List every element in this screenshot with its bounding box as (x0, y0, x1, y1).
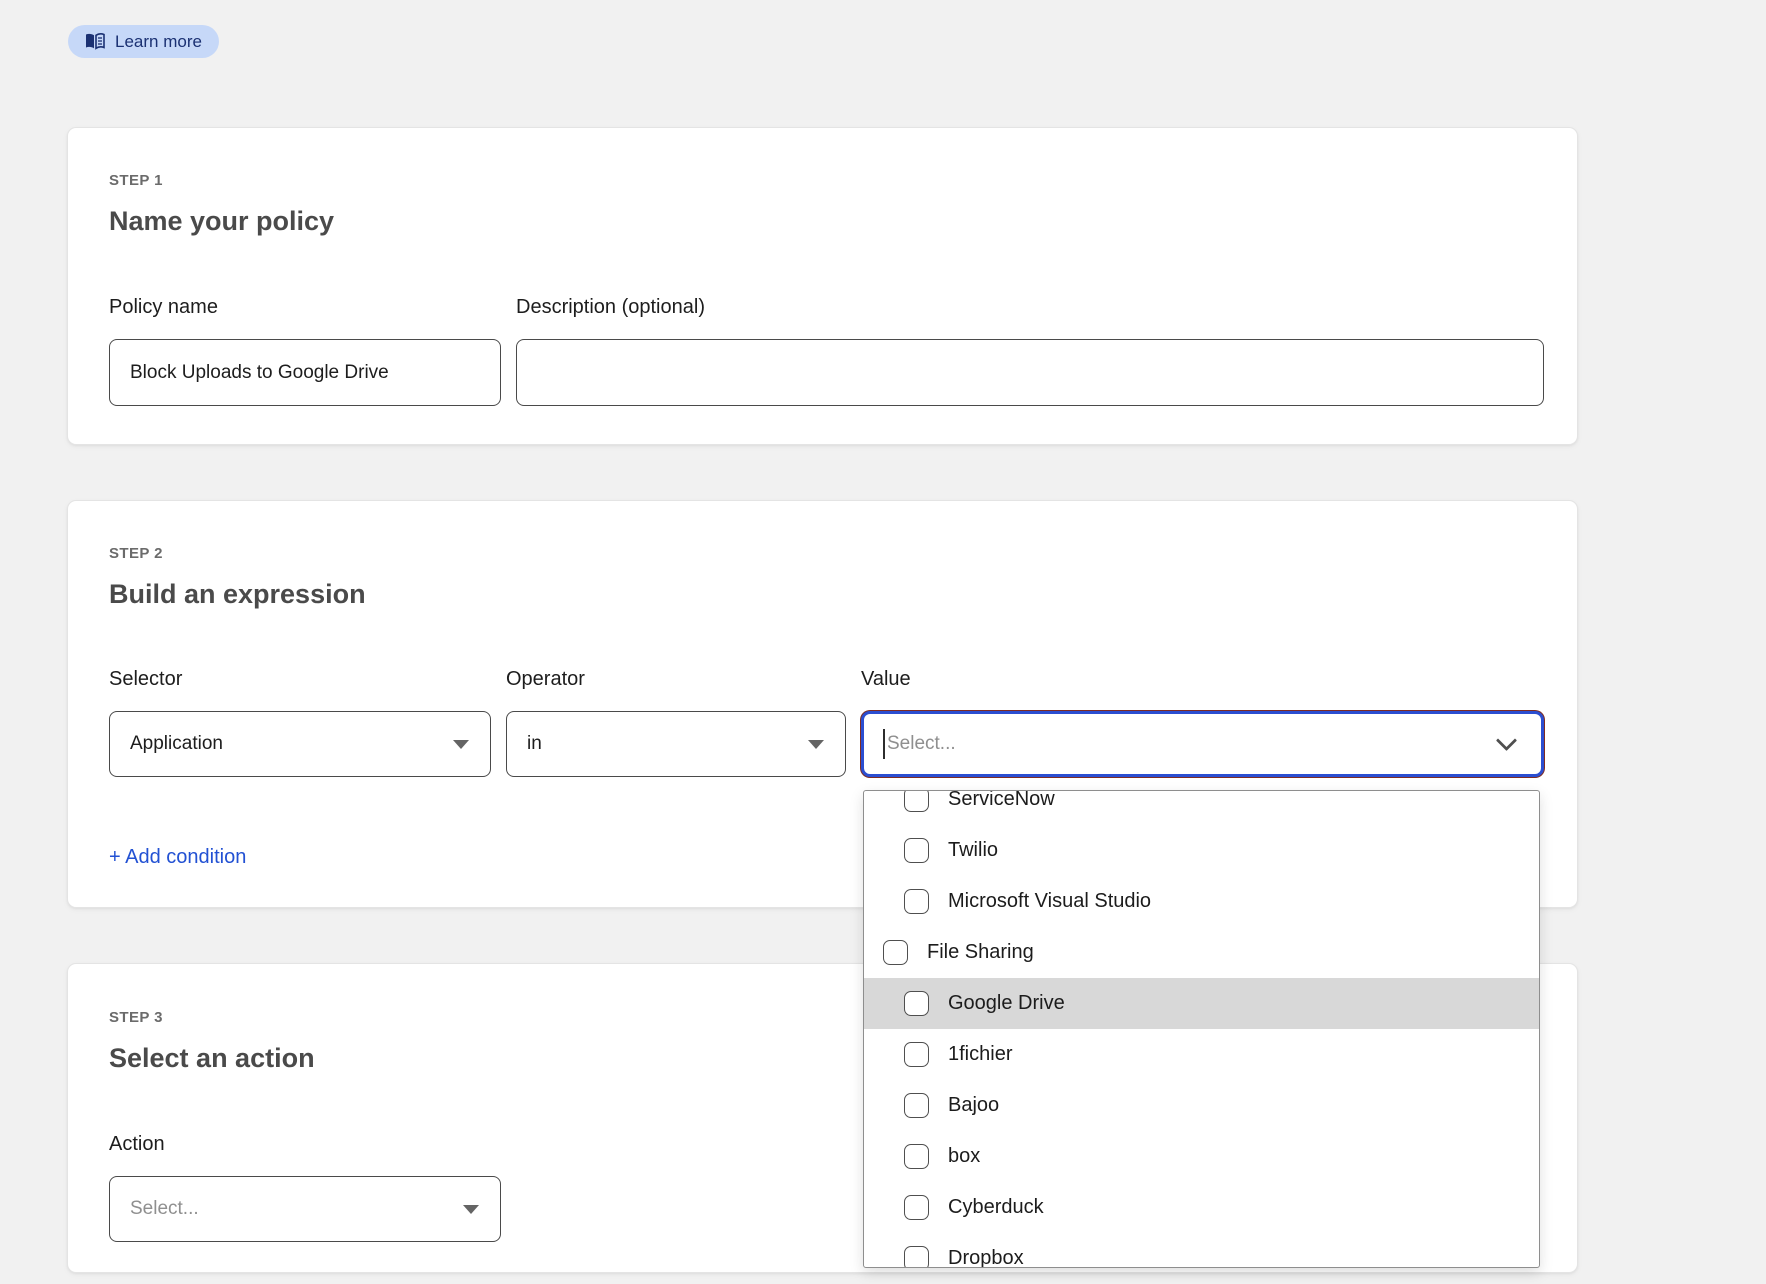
operator-label: Operator (506, 668, 585, 691)
dropdown-option-label: ServiceNow (948, 790, 1055, 811)
checkbox-icon[interactable] (904, 838, 929, 863)
checkbox-icon[interactable] (904, 1246, 929, 1268)
value-dropdown-list: ServiceNow Twilio Microsoft Visual Studio F… (864, 790, 1539, 1268)
step2-label: STEP 2 (109, 545, 163, 562)
step3-title: Select an action (109, 1043, 315, 1074)
add-condition-link[interactable]: + Add condition (109, 846, 246, 869)
dropdown-option[interactable]: Microsoft Visual Studio (864, 876, 1539, 927)
action-label: Action (109, 1133, 165, 1156)
value-combobox[interactable]: Select... (861, 711, 1544, 777)
dropdown-option[interactable]: box (864, 1131, 1539, 1182)
value-label: Value (861, 668, 911, 691)
operator-value: in (527, 733, 542, 755)
dropdown-option[interactable]: Twilio (864, 825, 1539, 876)
dropdown-option-label: Bajoo (948, 1094, 999, 1117)
checkbox-icon[interactable] (904, 1195, 929, 1220)
dropdown-option[interactable]: File Sharing (864, 927, 1539, 978)
checkbox-icon[interactable] (904, 889, 929, 914)
dropdown-option-label: Google Drive (948, 992, 1065, 1015)
dropdown-arrow-icon (453, 740, 469, 749)
description-label: Description (optional) (516, 296, 705, 319)
checkbox-icon[interactable] (904, 1144, 929, 1169)
selector-value: Application (130, 733, 223, 755)
dropdown-arrow-icon (808, 740, 824, 749)
dropdown-option[interactable]: 1fichier (864, 1029, 1539, 1080)
step3-label: STEP 3 (109, 1009, 163, 1026)
dropdown-option[interactable]: Dropbox (864, 1233, 1539, 1268)
learn-more-button[interactable]: Learn more (68, 25, 219, 58)
dropdown-arrow-icon (463, 1205, 479, 1214)
text-caret (883, 729, 885, 759)
learn-more-label: Learn more (115, 32, 202, 52)
step1-label: STEP 1 (109, 172, 163, 189)
dropdown-option[interactable]: Bajoo (864, 1080, 1539, 1131)
dropdown-option-label: Twilio (948, 839, 998, 862)
dropdown-option-label: box (948, 1145, 980, 1168)
checkbox-icon[interactable] (904, 991, 929, 1016)
step2-title: Build an expression (109, 579, 366, 610)
step1-title: Name your policy (109, 206, 334, 237)
value-dropdown-panel: ServiceNow Twilio Microsoft Visual Studio F… (863, 790, 1540, 1268)
selector-label: Selector (109, 668, 182, 691)
checkbox-icon[interactable] (904, 790, 929, 812)
step1-card: STEP 1 Name your policy Policy name Desc… (67, 127, 1578, 445)
action-select[interactable]: Select... (109, 1176, 501, 1242)
action-placeholder: Select... (130, 1198, 199, 1220)
chevron-down-icon[interactable] (1496, 730, 1517, 751)
checkbox-icon[interactable] (904, 1093, 929, 1118)
value-placeholder: Select... (887, 733, 956, 755)
checkbox-icon[interactable] (904, 1042, 929, 1067)
dropdown-option-label: Dropbox (948, 1247, 1024, 1268)
dropdown-option-label: File Sharing (927, 941, 1034, 964)
dropdown-option[interactable]: Google Drive (864, 978, 1539, 1029)
dropdown-option[interactable]: Cyberduck (864, 1182, 1539, 1233)
dropdown-option-label: 1fichier (948, 1043, 1012, 1066)
dropdown-option-label: Microsoft Visual Studio (948, 890, 1151, 913)
book-icon (85, 33, 105, 50)
operator-select[interactable]: in (506, 711, 846, 777)
description-input[interactable] (516, 339, 1544, 406)
selector-select[interactable]: Application (109, 711, 491, 777)
dropdown-option-label: Cyberduck (948, 1196, 1044, 1219)
checkbox-icon[interactable] (883, 940, 908, 965)
policy-name-label: Policy name (109, 296, 218, 319)
policy-name-input[interactable] (109, 339, 501, 406)
dropdown-option[interactable]: ServiceNow (864, 790, 1539, 825)
policy-builder-page: { "learn_more": { "label": "Learn more" … (0, 0, 1766, 1284)
